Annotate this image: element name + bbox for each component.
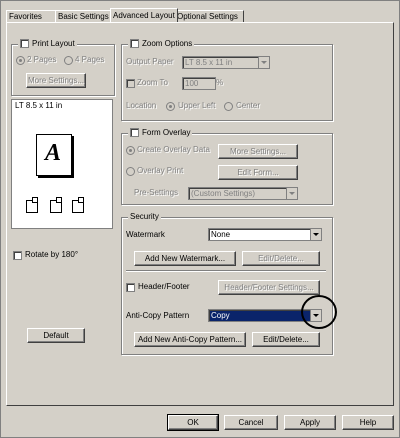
apply-button[interactable]: Apply (284, 415, 336, 430)
4pages-radio[interactable] (64, 56, 73, 65)
preview-glyph: A (45, 140, 62, 166)
rotate-checkbox[interactable] (13, 251, 22, 260)
print-layout-checkbox[interactable] (20, 39, 29, 48)
security-group: Security Watermark None Add New Watermar… (121, 212, 333, 355)
form-overlay-checkbox[interactable] (130, 128, 139, 137)
location-label: Location (126, 101, 157, 110)
layout-icon-2b (56, 197, 62, 203)
anti-copy-edit-delete-button[interactable]: Edit/Delete... (252, 332, 320, 347)
center-radio[interactable] (224, 102, 233, 111)
chevron-down-icon (286, 188, 297, 199)
print-layout-title: Print Layout (18, 39, 77, 48)
watermark-label: Watermark (126, 230, 165, 239)
cancel-button[interactable]: Cancel (224, 415, 278, 430)
zoom-options-group: Zoom Options Output Paper LT 8.5 x 11 in… (121, 39, 333, 121)
anti-copy-value: Copy (211, 311, 230, 320)
watermark-edit-delete-button[interactable]: Edit/Delete... (242, 251, 320, 266)
form-overlay-title: Form Overlay (128, 128, 193, 137)
2pages-label: 2 Pages (27, 55, 57, 64)
preview-paper-label: LT 8.5 x 11 in (15, 101, 63, 110)
divider (126, 270, 326, 272)
rotate-label: Rotate by 180° (25, 250, 79, 259)
security-title: Security (128, 212, 161, 221)
pre-settings-select[interactable]: (Custom Settings) (188, 187, 298, 200)
zoom-to-spinner[interactable]: 100 (182, 77, 216, 90)
upper-left-label: Upper Left (178, 101, 216, 110)
anti-copy-label: Anti-Copy Pattern (126, 311, 190, 320)
header-footer-label: Header/Footer (138, 282, 190, 291)
layout-icon-3b (78, 197, 84, 203)
2pages-radio[interactable] (16, 56, 25, 65)
overlay-print-radio[interactable] (126, 167, 135, 176)
percent-label: % (216, 78, 224, 87)
chevron-down-icon (258, 57, 269, 68)
layout-icon-1b (32, 197, 38, 203)
pre-settings-label: Pre-Settings (134, 188, 179, 197)
header-footer-settings-button[interactable]: Header/Footer Settings... (218, 280, 320, 295)
overlay-more-settings-button[interactable]: More Settings... (218, 144, 298, 159)
tab-favorites[interactable]: Favorites (6, 10, 56, 22)
tab-advanced-layout[interactable]: Advanced Layout (110, 8, 178, 22)
zoom-options-title: Zoom Options (128, 39, 195, 48)
add-watermark-button[interactable]: Add New Watermark... (134, 251, 236, 266)
form-overlay-label: Form Overlay (142, 128, 191, 137)
create-overlay-radio[interactable] (126, 146, 135, 155)
output-paper-select[interactable]: LT 8.5 x 11 in (182, 56, 270, 69)
chevron-down-icon (310, 229, 321, 240)
zoom-value: 100 (185, 79, 199, 88)
layout-preview: LT 8.5 x 11 in A (11, 99, 113, 229)
zoom-to-label: Zoom To (137, 78, 168, 87)
help-button[interactable]: Help (342, 415, 394, 430)
output-paper-label: Output Paper (126, 57, 174, 66)
tab-basic-settings[interactable]: Basic Settings (55, 10, 113, 22)
pre-settings-value: (Custom Settings) (191, 189, 256, 198)
highlight-circle (301, 295, 337, 329)
overlay-print-label: Overlay Print (137, 166, 184, 175)
form-overlay-group: Form Overlay Create Overlay Data More Se… (121, 128, 333, 205)
header-footer-checkbox[interactable] (126, 283, 135, 292)
zoom-options-checkbox[interactable] (130, 39, 139, 48)
watermark-select[interactable]: None (208, 228, 322, 241)
print-layout-label: Print Layout (32, 39, 75, 48)
upper-left-radio[interactable] (166, 102, 175, 111)
zoom-options-label: Zoom Options (142, 39, 193, 48)
security-label: Security (130, 212, 159, 221)
center-label: Center (236, 101, 261, 110)
preview-page: A (36, 134, 72, 176)
print-layout-group: Print Layout 2 Pages 4 Pages More Settin… (11, 39, 115, 96)
tab-panel: Print Layout 2 Pages 4 Pages More Settin… (6, 22, 394, 406)
print-layout-more-settings-button[interactable]: More Settings... (26, 73, 86, 88)
zoom-to-checkbox[interactable] (126, 79, 135, 88)
edit-form-button[interactable]: Edit Form... (218, 165, 298, 180)
4pages-label: 4 Pages (75, 55, 105, 64)
ok-button[interactable]: OK (167, 414, 219, 431)
add-anti-copy-button[interactable]: Add New Anti-Copy Pattern... (134, 332, 246, 347)
output-paper-value: LT 8.5 x 11 in (185, 58, 233, 67)
tab-optional-settings[interactable]: Optional Settings (174, 10, 244, 22)
watermark-value: None (211, 230, 231, 239)
default-button[interactable]: Default (27, 328, 85, 343)
create-overlay-label: Create Overlay Data (137, 145, 210, 154)
